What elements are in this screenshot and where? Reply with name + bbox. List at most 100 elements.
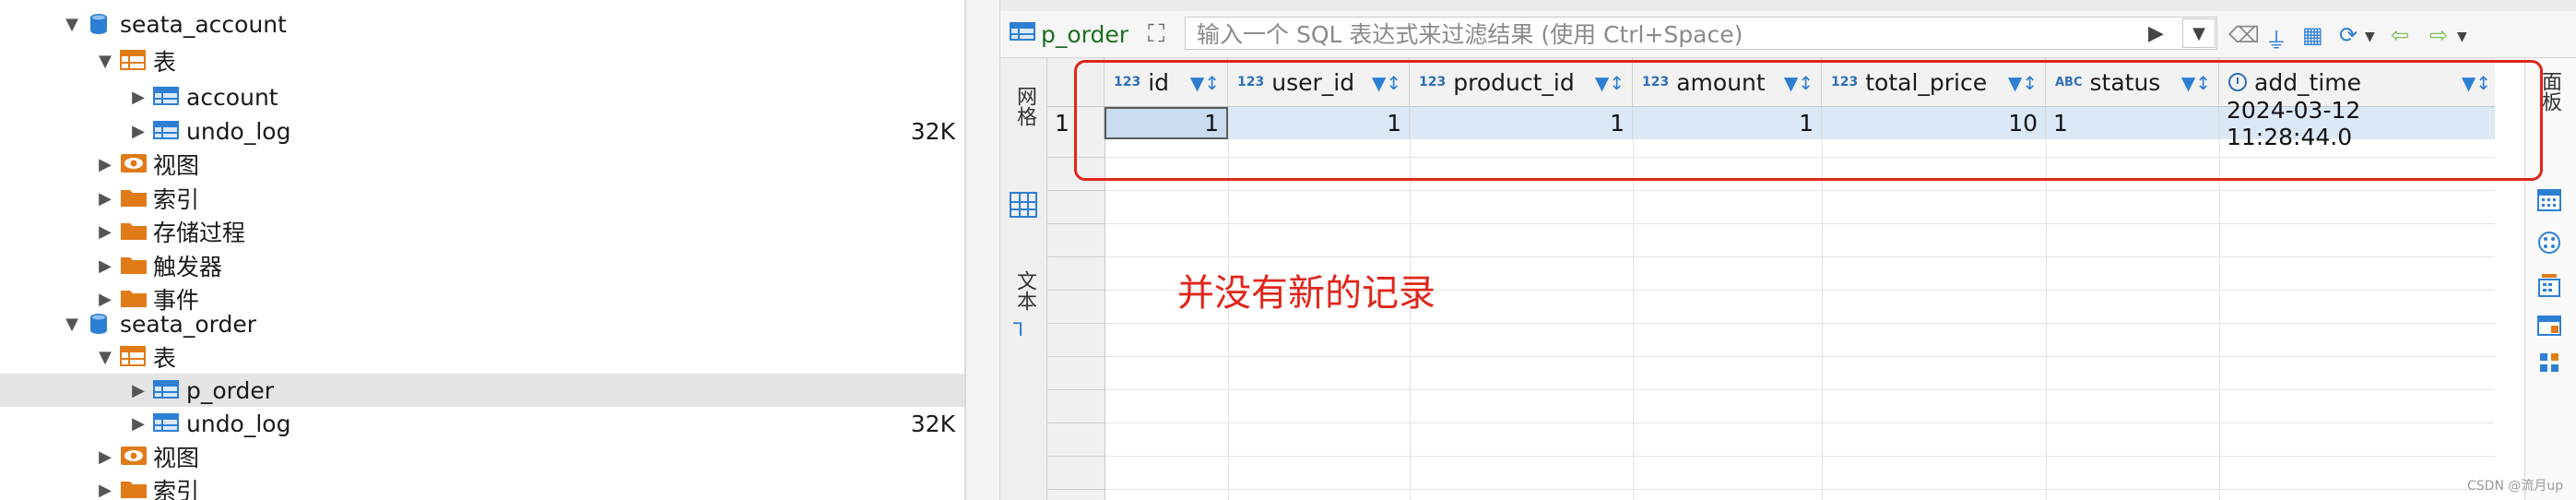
calendar-grid-icon[interactable] — [2536, 187, 2562, 213]
tree-node-tables[interactable]: ▼ 表 — [0, 44, 964, 77]
column-name: add_time — [2254, 68, 2362, 96]
calculator-icon[interactable] — [2536, 272, 2562, 298]
tree-node-label: 索引 — [153, 186, 200, 213]
tab-grid[interactable]: 网格 — [1008, 86, 1039, 126]
cell-user-id[interactable]: 1 — [1228, 107, 1410, 139]
folder-icon — [120, 220, 148, 244]
filter-sort-icon[interactable]: ▼↕ — [1190, 72, 1220, 94]
grid-icon[interactable] — [1010, 192, 1037, 218]
collapse-arrow-icon[interactable]: ▶ — [131, 414, 146, 434]
side-panel-toolbar: 面板 — [2524, 58, 2576, 500]
collapse-arrow-icon[interactable]: ▶ — [98, 189, 112, 208]
view-folder-icon — [120, 445, 148, 469]
collapse-arrow-icon[interactable]: ▶ — [98, 290, 112, 309]
eraser-icon[interactable]: ⌫ — [2228, 22, 2260, 48]
text-type-icon: ABC — [2055, 75, 2083, 89]
table-size: 32K — [910, 117, 955, 145]
dots-circle-icon[interactable] — [2536, 230, 2562, 256]
refresh-dropdown-icon[interactable]: ▼ — [2365, 30, 2375, 44]
cell-total-price[interactable]: 10 — [1822, 107, 2046, 139]
collapse-arrow-icon[interactable]: ▶ — [98, 447, 112, 467]
collapse-arrow-icon[interactable]: ▶ — [98, 155, 112, 174]
tree-node-indexes[interactable]: ▶ 索引 — [0, 473, 964, 500]
tree-node-label: undo_log — [186, 410, 291, 437]
table-name-label: p_order — [1041, 20, 1129, 48]
collapse-arrow-icon[interactable]: ▶ — [98, 481, 112, 500]
group-icon[interactable] — [2536, 350, 2562, 375]
tree-node-procedures[interactable]: ▶ 存储过程 — [0, 215, 964, 248]
filter-sort-icon[interactable]: ▼↕ — [2462, 72, 2491, 94]
cell-id[interactable]: 1 — [1105, 107, 1228, 139]
columns-config-icon[interactable]: ▦ — [2302, 22, 2323, 48]
column-name: user_id — [1271, 68, 1355, 96]
table-row[interactable]: 1 1 1 1 1 10 1 2024-03-12 11:28:44.0 — [1047, 97, 2495, 150]
collapse-arrow-icon[interactable]: ▶ — [131, 122, 146, 141]
panels-tab[interactable]: 面板 — [2535, 71, 2564, 112]
expand-arrow-icon[interactable]: ▼ — [98, 52, 112, 71]
tree-node-label: undo_log — [186, 117, 291, 145]
expand-arrow-icon[interactable]: ▼ — [65, 315, 79, 334]
filter-sort-icon[interactable]: ▼↕ — [2008, 72, 2038, 94]
cell-status[interactable]: 1 — [2046, 107, 2219, 139]
column-header-product-id[interactable]: 123 product_id ▼↕ — [1410, 58, 1633, 106]
filter-input[interactable]: 输入一个 SQL 表达式来过滤结果 (使用 Ctrl+Space) — [1185, 17, 2217, 50]
tree-node-indexes[interactable]: ▶ 索引 — [0, 182, 964, 215]
cell-amount[interactable]: 1 — [1633, 107, 1822, 139]
table-icon — [153, 85, 181, 109]
expand-arrow-icon[interactable]: ▼ — [65, 15, 79, 34]
column-name: id — [1148, 68, 1170, 96]
column-header-status[interactable]: ABC status ▼↕ — [2046, 58, 2219, 106]
view-mode-tabs: 网格 文本 ⅂ — [1000, 58, 1047, 500]
table-folder-icon — [120, 49, 148, 73]
filter-sort-icon[interactable]: ▼↕ — [1595, 72, 1625, 94]
filter-settings-icon[interactable]: ⏚ — [2265, 22, 2287, 54]
database-icon — [87, 12, 114, 36]
row-number[interactable]: 1 — [1047, 107, 1105, 139]
window-layout-icon[interactable] — [2536, 313, 2562, 339]
collapse-arrow-icon[interactable]: ▶ — [131, 88, 146, 107]
refresh-icon[interactable]: ⟳ — [2339, 22, 2357, 48]
expand-icon[interactable]: ⛶ — [1148, 20, 1164, 49]
apply-filter-icon[interactable]: ▶ — [2148, 22, 2164, 45]
data-editor-panel: p_order ⛶ 输入一个 SQL 表达式来过滤结果 (使用 Ctrl+Spa… — [1000, 0, 2576, 500]
collapse-arrow-icon[interactable]: ▶ — [131, 381, 146, 400]
tree-node-seata-order[interactable]: ▼ seata_order — [0, 307, 964, 340]
cell-product-id[interactable]: 1 — [1410, 107, 1633, 139]
numeric-type-icon: 123 — [1114, 75, 1141, 89]
tree-node-views[interactable]: ▶ 视图 — [0, 440, 964, 473]
column-header-amount[interactable]: 123 amount ▼↕ — [1633, 58, 1822, 106]
filter-history-dropdown[interactable]: ▼ — [2182, 18, 2216, 48]
filter-sort-icon[interactable]: ▼↕ — [2181, 72, 2211, 94]
tree-node-label: 表 — [153, 345, 177, 372]
tree-node-label: 视图 — [153, 445, 200, 471]
expand-arrow-icon[interactable]: ▼ — [98, 348, 112, 367]
column-header-user-id[interactable]: 123 user_id ▼↕ — [1228, 58, 1410, 106]
collapse-arrow-icon[interactable]: ▶ — [98, 256, 112, 276]
numeric-type-icon: 123 — [1831, 75, 1859, 89]
column-header-total-price[interactable]: 123 total_price ▼↕ — [1822, 58, 2046, 106]
tree-node-views[interactable]: ▶ 视图 — [0, 148, 964, 181]
text-mode-icon[interactable]: ⅂ — [1013, 318, 1023, 340]
tree-node-p-order[interactable]: ▶ p_order — [0, 374, 964, 407]
column-header-id[interactable]: 123 id ▼↕ — [1105, 58, 1228, 106]
filter-placeholder: 输入一个 SQL 表达式来过滤结果 (使用 Ctrl+Space) — [1197, 21, 1743, 48]
filter-sort-icon[interactable]: ▼↕ — [1372, 72, 1401, 94]
tree-node-account[interactable]: ▶ account — [0, 80, 964, 113]
tree-node-seata-account[interactable]: ▼ seata_account — [0, 7, 964, 41]
tree-node-tables[interactable]: ▼ 表 — [0, 340, 964, 374]
tree-node-undo-log[interactable]: ▶ undo_log 32K — [0, 407, 964, 440]
table-name-button[interactable]: p_order — [1010, 18, 1128, 50]
filter-sort-icon[interactable]: ▼↕ — [1784, 72, 1814, 94]
nav-dropdown-icon[interactable]: ▼ — [2457, 30, 2467, 44]
filter-bar: p_order ⛶ 输入一个 SQL 表达式来过滤结果 (使用 Ctrl+Spa… — [1000, 11, 2576, 58]
corner-cell[interactable] — [1047, 58, 1105, 106]
collapse-arrow-icon[interactable]: ▶ — [98, 222, 112, 242]
back-arrow-icon[interactable]: ⇦ — [2391, 22, 2409, 48]
grid-line — [2219, 107, 2220, 500]
tab-text[interactable]: 文本 — [1008, 270, 1039, 311]
tree-node-label: 视图 — [153, 152, 200, 179]
forward-arrow-icon[interactable]: ⇨ — [2429, 22, 2448, 48]
tree-node-triggers[interactable]: ▶ 触发器 — [0, 249, 964, 282]
cell-add-time[interactable]: 2024-03-12 11:28:44.0 — [2219, 97, 2495, 150]
tree-node-undo-log[interactable]: ▶ undo_log 32K — [0, 114, 964, 148]
